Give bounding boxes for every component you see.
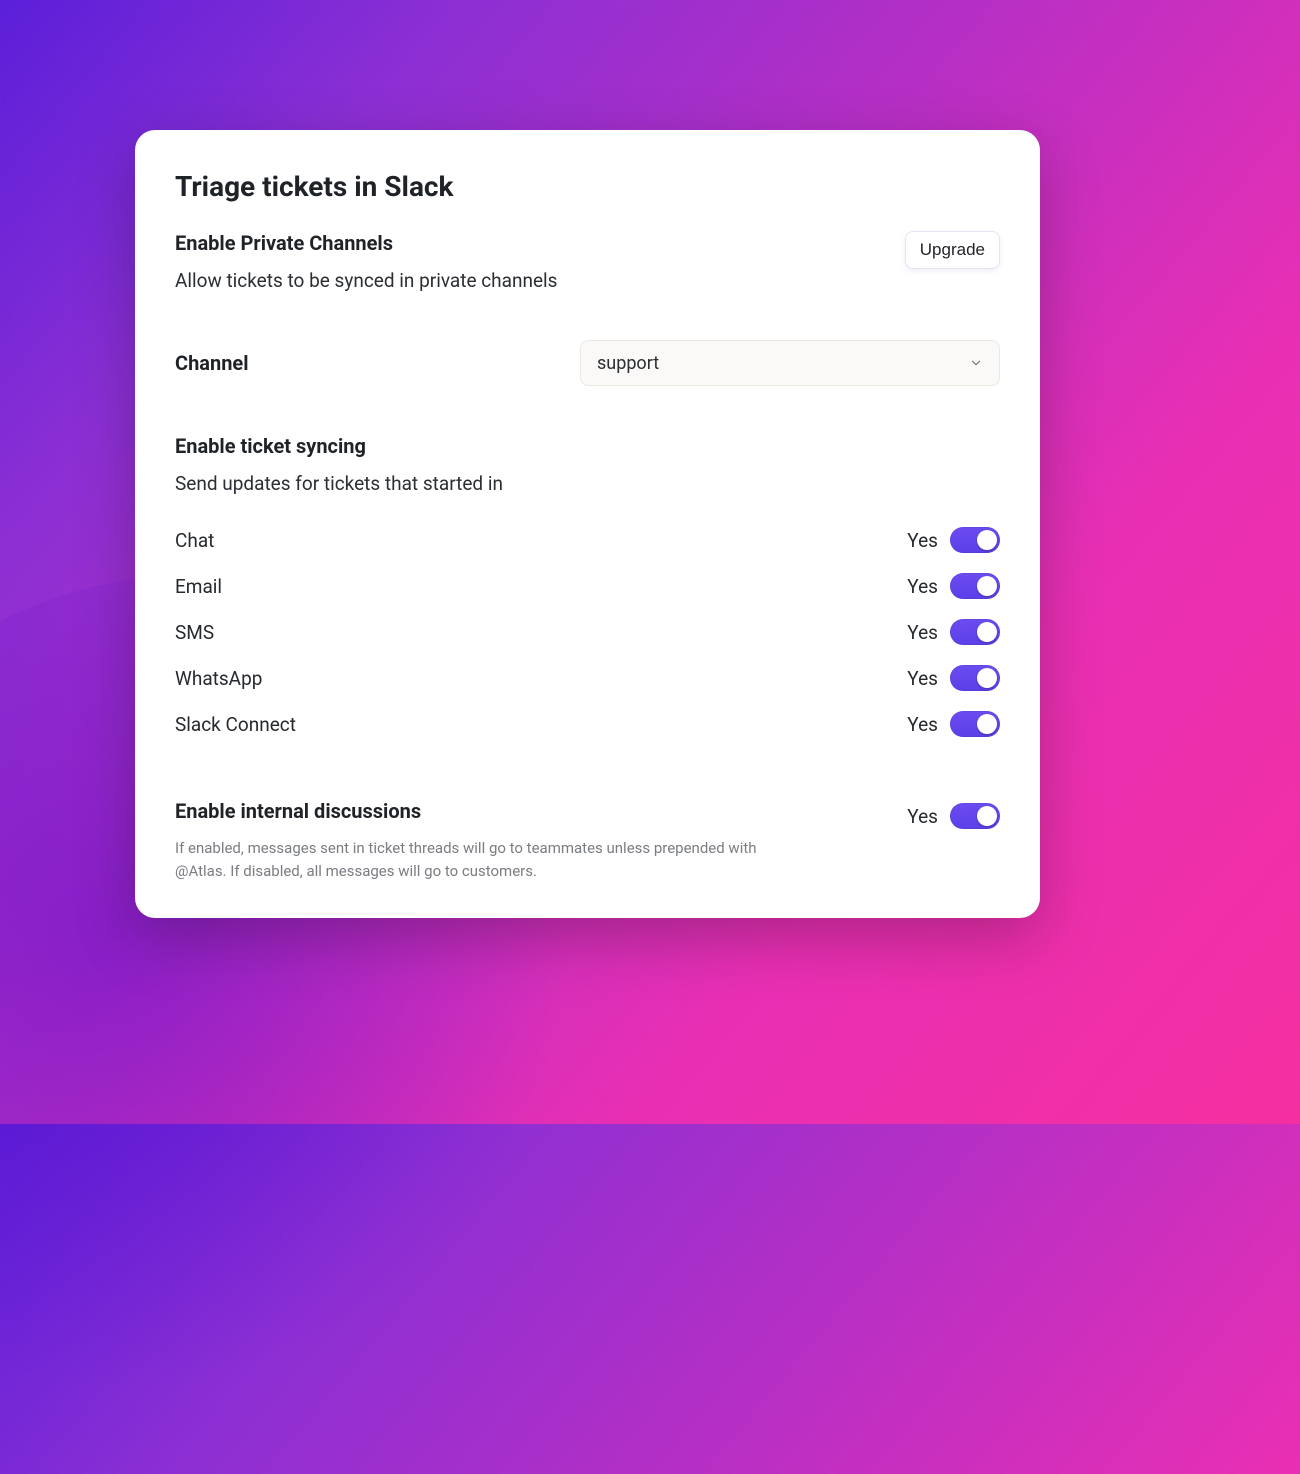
sync-label: Slack Connect: [175, 713, 296, 736]
toggle-knob: [977, 576, 997, 596]
sync-label: SMS: [175, 621, 214, 644]
ticket-syncing-heading: Enable ticket syncing: [175, 434, 1000, 458]
toggle-state-label: Yes: [907, 805, 938, 828]
toggle-group: Yes: [907, 527, 1000, 553]
ticket-syncing-section: Enable ticket syncing Send updates for t…: [175, 434, 1000, 747]
page-title: Triage tickets in Slack: [175, 170, 1000, 203]
toggle-group: Yes: [907, 619, 1000, 645]
upgrade-button[interactable]: Upgrade: [905, 231, 1000, 269]
toggle-group: Yes: [907, 665, 1000, 691]
channel-select[interactable]: support: [580, 340, 1000, 386]
channel-label: Channel: [175, 351, 249, 375]
sync-item-whatsapp: WhatsApp Yes: [175, 655, 1000, 701]
toggle-state-label: Yes: [907, 713, 938, 736]
sync-item-email: Email Yes: [175, 563, 1000, 609]
private-channels-text: Enable Private Channels Allow tickets to…: [175, 231, 557, 292]
toggle-knob: [977, 668, 997, 688]
toggle-whatsapp[interactable]: [950, 665, 1000, 691]
toggle-state-label: Yes: [907, 575, 938, 598]
private-channels-row: Enable Private Channels Allow tickets to…: [175, 231, 1000, 292]
ticket-syncing-description: Send updates for tickets that started in: [175, 472, 1000, 495]
sync-label: Chat: [175, 529, 214, 552]
toggle-knob: [977, 806, 997, 826]
toggle-internal-discussions[interactable]: [950, 803, 1000, 829]
toggle-slack-connect[interactable]: [950, 711, 1000, 737]
settings-card: Triage tickets in Slack Enable Private C…: [135, 130, 1040, 918]
ticket-syncing-list: Chat Yes Email Yes SMS Yes: [175, 517, 1000, 747]
sync-label: WhatsApp: [175, 667, 262, 690]
sync-item-chat: Chat Yes: [175, 517, 1000, 563]
toggle-group: Yes: [907, 711, 1000, 737]
toggle-knob: [977, 622, 997, 642]
toggle-email[interactable]: [950, 573, 1000, 599]
toggle-state-label: Yes: [907, 529, 938, 552]
internal-discussions-row: Enable internal discussions If enabled, …: [175, 799, 1000, 882]
sync-item-sms: SMS Yes: [175, 609, 1000, 655]
sync-label: Email: [175, 575, 222, 598]
internal-discussions-text: Enable internal discussions If enabled, …: [175, 799, 775, 882]
internal-discussions-heading: Enable internal discussions: [175, 799, 775, 823]
sync-item-slack-connect: Slack Connect Yes: [175, 701, 1000, 747]
toggle-state-label: Yes: [907, 621, 938, 644]
chevron-down-icon: [969, 356, 983, 370]
toggle-state-label: Yes: [907, 667, 938, 690]
channel-select-value: support: [597, 353, 659, 374]
toggle-knob: [977, 714, 997, 734]
toggle-group: Yes: [907, 803, 1000, 829]
toggle-group: Yes: [907, 573, 1000, 599]
private-channels-heading: Enable Private Channels: [175, 231, 557, 255]
toggle-sms[interactable]: [950, 619, 1000, 645]
toggle-chat[interactable]: [950, 527, 1000, 553]
channel-row: Channel support: [175, 340, 1000, 386]
internal-discussions-help: If enabled, messages sent in ticket thre…: [175, 837, 775, 882]
toggle-knob: [977, 530, 997, 550]
private-channels-description: Allow tickets to be synced in private ch…: [175, 269, 557, 292]
